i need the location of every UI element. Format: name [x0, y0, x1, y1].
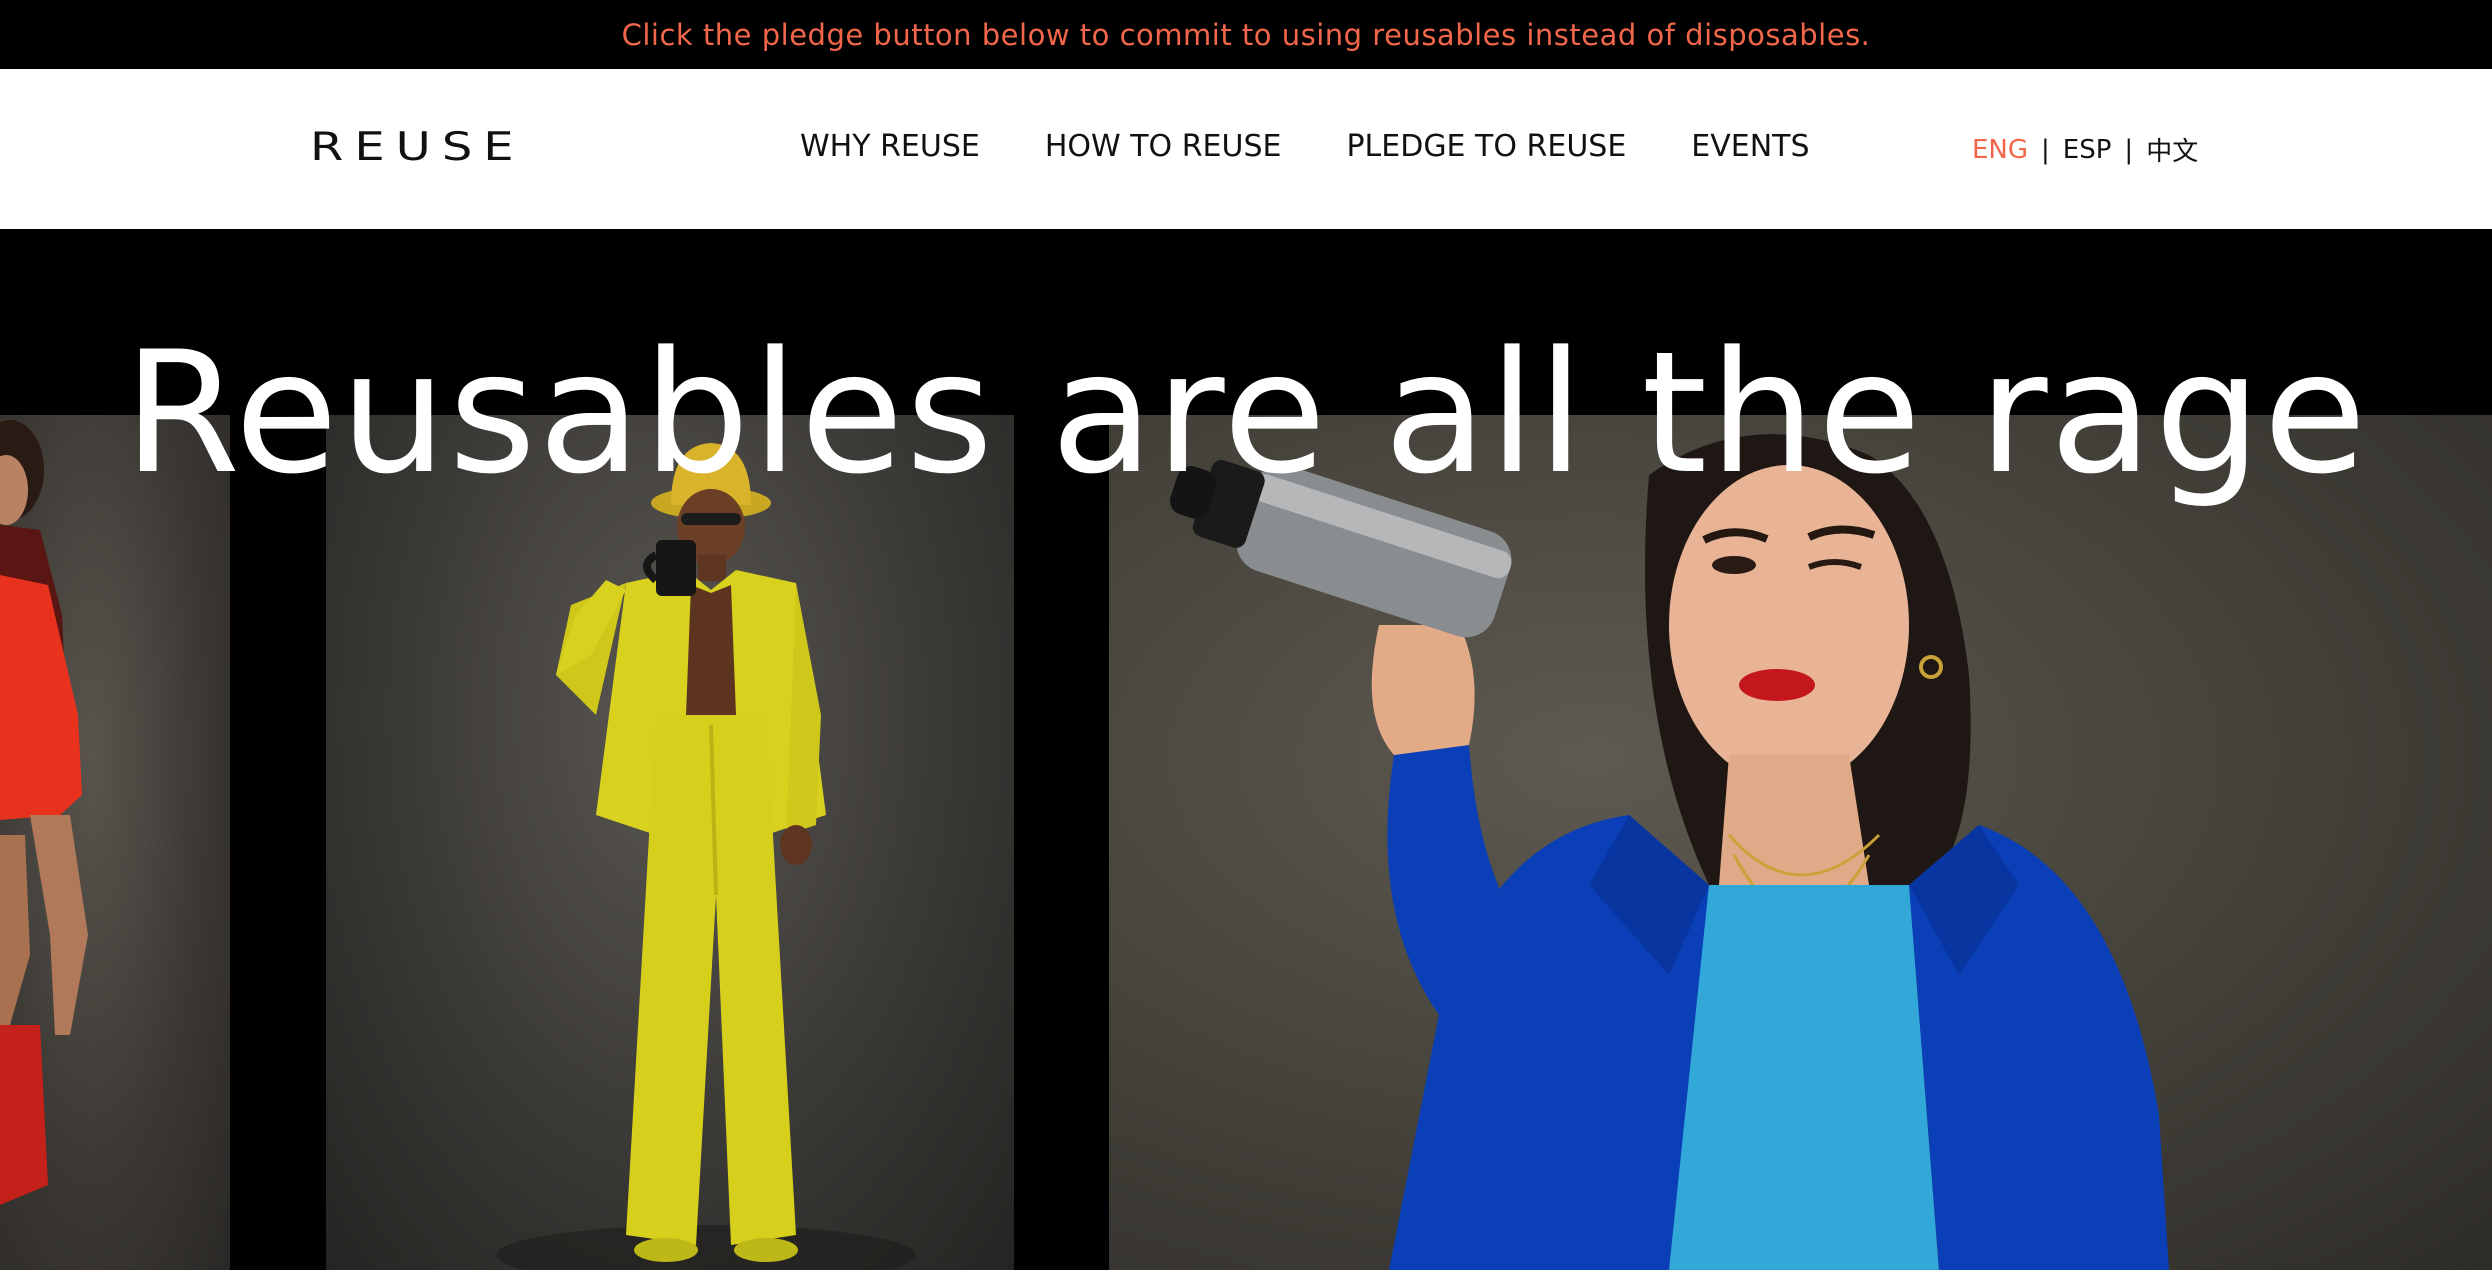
blue-jacket-illustration: [1170, 434, 2169, 1270]
nav-item-pledge-to-reuse[interactable]: PLEDGE TO REUSE: [1346, 127, 1626, 166]
nav-item-why-reuse[interactable]: WHY REUSE: [800, 127, 980, 166]
lang-separator: |: [2124, 134, 2134, 165]
lang-chinese[interactable]: 中文: [2146, 131, 2198, 168]
hero-title: Reusables are all the rage: [123, 315, 2369, 511]
woman-in-blue-jacket-with-water-bottle-photo: [1109, 415, 2492, 1270]
person-in-yellow-suit-with-mug-photo: [326, 415, 1014, 1270]
lang-separator: |: [2041, 134, 2050, 165]
lang-esp[interactable]: ESP: [2063, 135, 2112, 165]
person-in-red-dress-photo: [0, 415, 230, 1270]
announcement-text: Click the pledge button below to commit …: [621, 17, 1871, 52]
announcement-bar: Click the pledge button below to commit …: [0, 0, 2492, 69]
nav-menu: WHY REUSE HOW TO REUSE PLEDGE TO REUSE E…: [800, 127, 1875, 166]
language-switcher: ENG | ESP | 中文: [1972, 131, 2198, 168]
site-logo[interactable]: REUSE: [310, 127, 525, 166]
main-nav: REUSE WHY REUSE HOW TO REUSE PLEDGE TO R…: [0, 69, 2492, 229]
lang-eng[interactable]: ENG: [1972, 135, 2028, 165]
hero-section: Reusables are all the rage: [0, 229, 2492, 1270]
red-dress-illustration: [0, 420, 88, 1205]
yellow-suit-illustration: [496, 443, 916, 1270]
nav-item-how-to-reuse[interactable]: HOW TO REUSE: [1045, 127, 1282, 166]
nav-item-events[interactable]: EVENTS: [1691, 127, 1809, 166]
